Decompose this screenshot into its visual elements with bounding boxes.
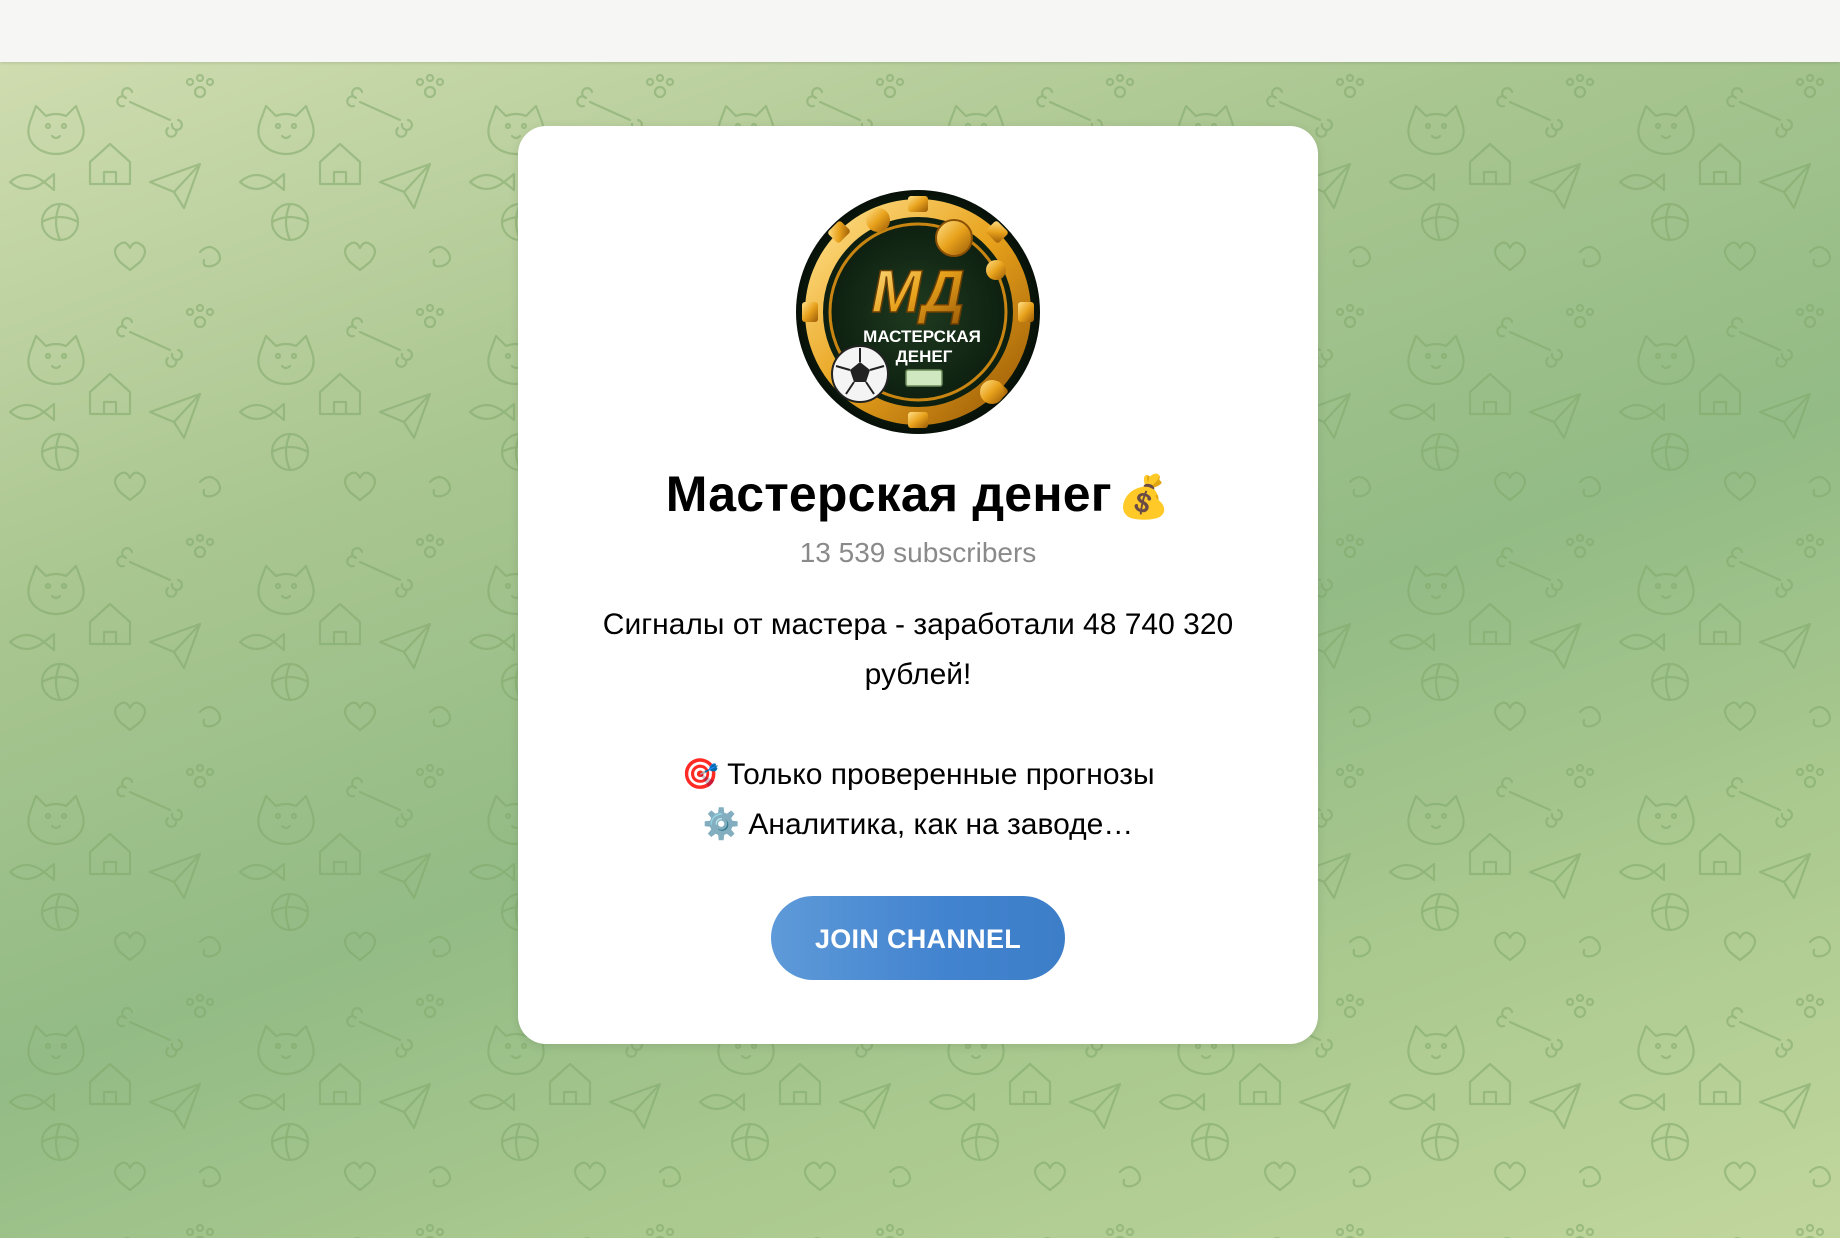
channel-description: Сигналы от мастера - заработали 48 740 3…: [578, 600, 1258, 850]
top-bar: [0, 0, 1840, 62]
join-channel-button[interactable]: JOIN CHANNEL: [771, 896, 1065, 980]
description-line: рублей!: [864, 658, 972, 691]
description-line: Сигналы от мастера - заработали 48 740 3…: [602, 608, 1234, 641]
logo-line2: ДЕНЕГ: [896, 347, 953, 366]
channel-logo: МД МАСТЕРСКАЯ ДЕНЕГ: [796, 190, 1040, 434]
channel-title-text: Мастерская денег: [665, 466, 1112, 522]
channel-card: МД МАСТЕРСКАЯ ДЕНЕГ Мастерская денег 💰 13…: [518, 126, 1318, 1044]
logo-monogram: МД: [871, 258, 964, 325]
description-line: [578, 700, 1258, 750]
soccer-ball-icon: [831, 345, 889, 403]
subscriber-count: 13 539 subscribers: [799, 537, 1037, 568]
logo-line1: МАСТЕРСКАЯ: [863, 327, 981, 346]
description-line: 🎯 Только проверенные прогнозы: [681, 758, 1155, 791]
channel-avatar: МД МАСТЕРСКАЯ ДЕНЕГ: [796, 190, 1040, 434]
description-line: ⚙️ Аналитика, как на заводе…: [702, 808, 1134, 841]
money-bag-icon: 💰: [1117, 473, 1171, 520]
channel-title: Мастерская денег 💰: [518, 464, 1318, 527]
